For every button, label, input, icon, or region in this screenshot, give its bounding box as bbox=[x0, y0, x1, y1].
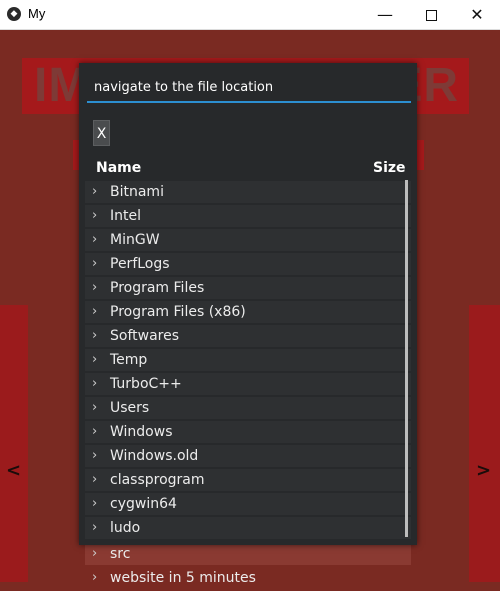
file-list-item[interactable]: › TurboC++ bbox=[85, 373, 411, 395]
file-list-item-label: Users bbox=[110, 400, 150, 416]
file-list-item-label: Intel bbox=[110, 208, 141, 224]
file-chooser-dialog: X Name Size › Bitnami › Intel › MinGW › PerfLog… bbox=[79, 63, 417, 545]
chevron-right-icon[interactable]: › bbox=[92, 229, 97, 251]
chevron-right-icon[interactable]: › bbox=[92, 397, 97, 419]
file-list-item-label: src bbox=[110, 546, 131, 562]
chevron-right-icon[interactable]: › bbox=[92, 421, 97, 443]
file-list-item-label: MinGW bbox=[110, 232, 160, 248]
chevron-right-icon[interactable]: › bbox=[92, 325, 97, 347]
prev-panel[interactable] bbox=[0, 305, 28, 582]
app-logo-icon: ◆ bbox=[7, 7, 21, 21]
file-list-item[interactable]: › Windows.old bbox=[85, 445, 411, 467]
file-list-item-label: ludo bbox=[110, 520, 141, 536]
file-list-item[interactable]: › cygwin64 bbox=[85, 493, 411, 515]
chevron-right-icon[interactable]: › bbox=[92, 205, 97, 227]
file-list-overflow: › src › website in 5 minutes bbox=[85, 543, 411, 591]
file-list-item[interactable]: › website in 5 minutes bbox=[85, 567, 411, 589]
chevron-right-icon[interactable]: › bbox=[92, 373, 97, 395]
column-header-size[interactable]: Size bbox=[373, 160, 406, 176]
prev-arrow-icon[interactable]: < bbox=[6, 460, 21, 481]
file-list-item-label: Softwares bbox=[110, 328, 180, 344]
file-list-item[interactable]: › ludo bbox=[85, 517, 411, 539]
file-list-item[interactable]: › Softwares bbox=[85, 325, 411, 347]
minimize-icon: — bbox=[377, 5, 393, 24]
file-list-item-label: Windows.old bbox=[110, 448, 199, 464]
chevron-right-icon[interactable]: › bbox=[92, 493, 97, 515]
column-header-name[interactable]: Name bbox=[96, 160, 141, 176]
window-title: My bbox=[28, 6, 46, 21]
file-list-item[interactable]: › MinGW bbox=[85, 229, 411, 251]
chevron-right-icon[interactable]: › bbox=[92, 517, 97, 539]
file-list-item-label: PerfLogs bbox=[110, 256, 170, 272]
file-list-item[interactable]: › PerfLogs bbox=[85, 253, 411, 275]
file-list-item-label: cygwin64 bbox=[110, 496, 177, 512]
file-list: › Bitnami › Intel › MinGW › PerfLogs › Program Fi… bbox=[85, 181, 411, 541]
file-list-item[interactable]: › Windows bbox=[85, 421, 411, 443]
file-list-item-label: classprogram bbox=[110, 472, 205, 488]
file-list-item-label: TurboC++ bbox=[110, 376, 182, 392]
file-list-scrollbar[interactable] bbox=[405, 180, 408, 537]
file-list-item-label: Windows bbox=[110, 424, 173, 440]
chevron-right-icon[interactable]: › bbox=[92, 181, 97, 203]
file-list-item-label: Program Files (x86) bbox=[110, 304, 246, 320]
file-list-item[interactable]: › classprogram bbox=[85, 469, 411, 491]
file-list-item[interactable]: › Intel bbox=[85, 205, 411, 227]
file-list-item-label: Program Files bbox=[110, 280, 205, 296]
window-titlebar: ◆ My — ✕ bbox=[0, 0, 500, 30]
next-panel[interactable] bbox=[469, 305, 500, 582]
file-list-item[interactable]: › src bbox=[85, 543, 411, 565]
file-list-item-label: Bitnami bbox=[110, 184, 164, 200]
next-arrow-icon[interactable]: > bbox=[476, 460, 491, 481]
maximize-icon bbox=[425, 10, 437, 21]
chevron-right-icon[interactable]: › bbox=[92, 469, 97, 491]
chevron-right-icon[interactable]: › bbox=[92, 349, 97, 371]
minimize-button[interactable]: — bbox=[362, 0, 408, 30]
chevron-right-icon[interactable]: › bbox=[92, 445, 97, 467]
file-list-item[interactable]: › Users bbox=[85, 397, 411, 419]
close-window-button[interactable]: ✕ bbox=[454, 0, 500, 30]
file-list-item-label: Temp bbox=[110, 352, 148, 368]
close-dialog-button[interactable]: X bbox=[93, 120, 110, 146]
chevron-right-icon[interactable]: › bbox=[92, 277, 97, 299]
path-input[interactable] bbox=[87, 73, 411, 103]
file-list-item[interactable]: › Program Files (x86) bbox=[85, 301, 411, 323]
chevron-right-icon[interactable]: › bbox=[92, 253, 97, 275]
chevron-right-icon[interactable]: › bbox=[92, 301, 97, 323]
file-list-item-label: website in 5 minutes bbox=[110, 570, 256, 586]
chevron-right-icon[interactable]: › bbox=[92, 567, 97, 589]
maximize-button[interactable] bbox=[408, 0, 454, 30]
close-icon: ✕ bbox=[470, 5, 484, 24]
file-list-item[interactable]: › Program Files bbox=[85, 277, 411, 299]
file-list-item[interactable]: › Temp bbox=[85, 349, 411, 371]
chevron-right-icon[interactable]: › bbox=[92, 543, 97, 565]
file-list-item[interactable]: › Bitnami bbox=[85, 181, 411, 203]
